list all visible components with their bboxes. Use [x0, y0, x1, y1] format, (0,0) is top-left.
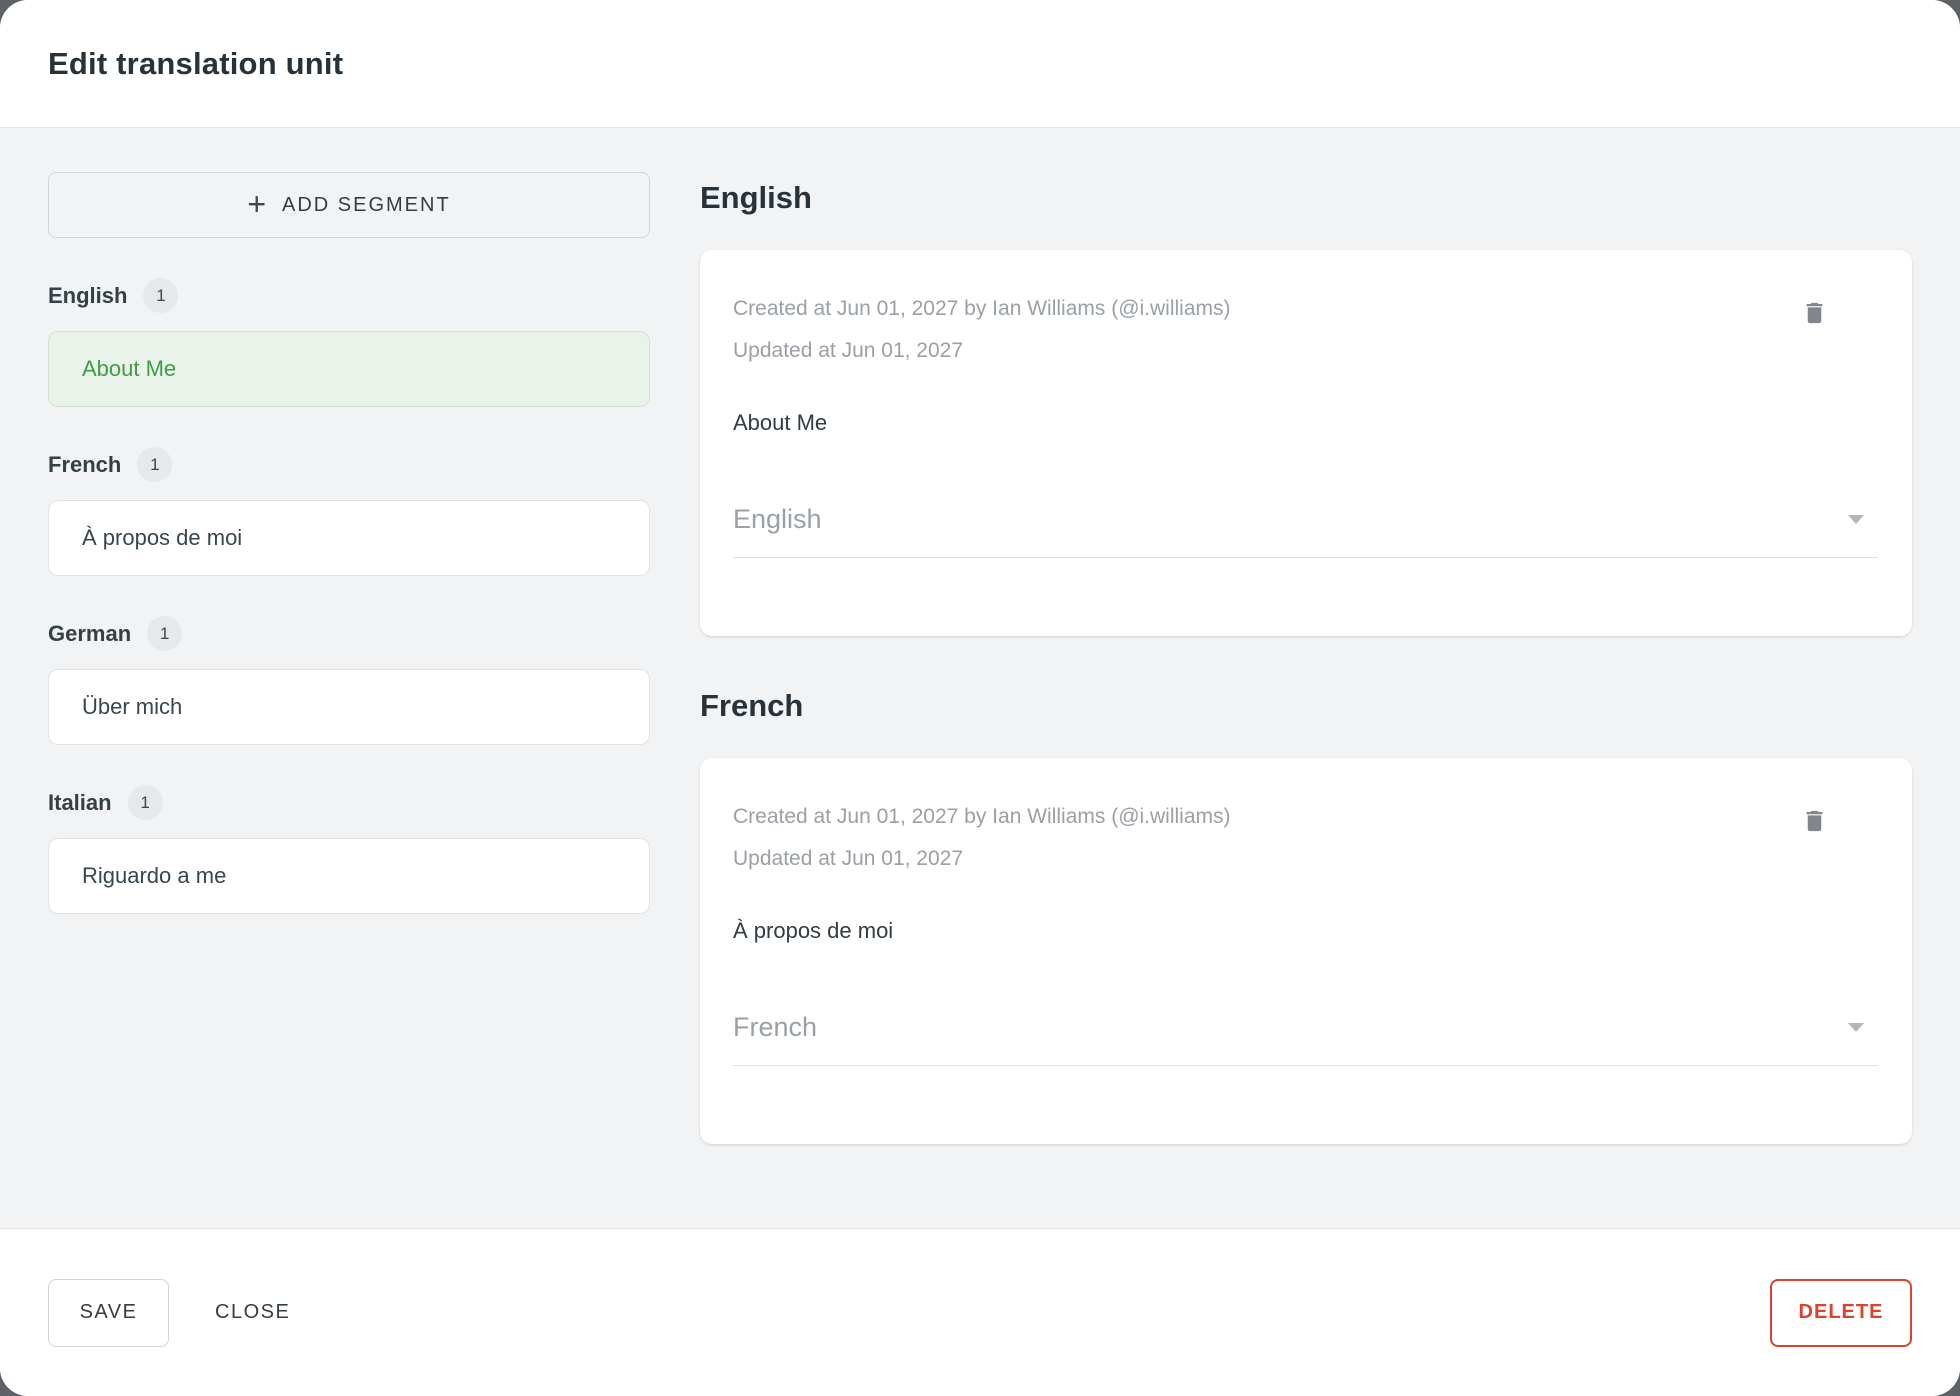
created-line: Created at Jun 01, 2027 by Ian Williams …	[733, 805, 1231, 828]
delete-segment-button[interactable]	[1797, 294, 1832, 332]
segment-text: À propos de moi	[733, 918, 894, 943]
save-button[interactable]: SAVE	[48, 1278, 169, 1347]
dialog-title: Edit translation unit	[48, 45, 344, 81]
translation-card: Created at Jun 01, 2027 by Ian Williams …	[700, 250, 1912, 636]
language-label: Italian	[48, 789, 112, 815]
language-group-header: German 1	[48, 616, 650, 651]
trash-icon	[1806, 302, 1823, 324]
plus-icon: +	[247, 185, 266, 222]
translation-card: Created at Jun 01, 2027 by Ian Williams …	[700, 758, 1912, 1144]
trash-icon	[1806, 810, 1823, 832]
card-meta-row: Created at Jun 01, 2027 by Ian Williams …	[733, 288, 1878, 372]
dialog-header: Edit translation unit	[0, 0, 1960, 128]
created-line: Created at Jun 01, 2027 by Ian Williams …	[733, 297, 1231, 320]
translation-section-french: French Created at Jun 01, 2027 by Ian Wi…	[700, 688, 1912, 1144]
updated-line: Updated at Jun 01, 2027	[733, 847, 964, 870]
language-group-german: German 1 Über mich	[48, 616, 650, 745]
language-group-italian: Italian 1 Riguardo a me	[48, 785, 650, 914]
segment-text: About Me	[733, 410, 828, 435]
language-label: German	[48, 620, 132, 646]
translations-main: English Created at Jun 01, 2027 by Ian W…	[700, 172, 1912, 1228]
chevron-down-icon	[1848, 1023, 1864, 1032]
language-group-header: Italian 1	[48, 785, 650, 820]
close-button[interactable]: CLOSE	[205, 1279, 300, 1347]
delete-segment-button[interactable]	[1797, 802, 1832, 840]
segment-count-badge: 1	[143, 278, 179, 313]
section-heading: French	[700, 688, 804, 723]
section-heading: English	[700, 180, 812, 215]
language-select[interactable]: English	[733, 504, 1878, 558]
language-group-header: English 1	[48, 278, 650, 313]
segment-item-english[interactable]: About Me	[48, 331, 650, 407]
segment-item-german[interactable]: Über mich	[48, 669, 650, 745]
language-group-header: French 1	[48, 447, 650, 482]
edit-translation-unit-dialog: Edit translation unit + ADD SEGMENT Engl…	[0, 0, 1960, 1396]
language-select-value: French	[733, 1012, 818, 1042]
translation-section-english: English Created at Jun 01, 2027 by Ian W…	[700, 180, 1912, 636]
delete-button[interactable]: DELETE	[1770, 1278, 1912, 1347]
segment-item-italian[interactable]: Riguardo a me	[48, 838, 650, 914]
card-meta: Created at Jun 01, 2027 by Ian Williams …	[733, 796, 1231, 880]
language-label: French	[48, 451, 122, 477]
language-group-french: French 1 À propos de moi	[48, 447, 650, 576]
segment-count-badge: 1	[147, 616, 183, 651]
language-select[interactable]: French	[733, 1012, 1878, 1066]
add-segment-label: ADD SEGMENT	[282, 193, 451, 216]
dialog-body: + ADD SEGMENT English 1 About Me French …	[0, 128, 1960, 1228]
language-label: English	[48, 282, 128, 308]
segment-item-french[interactable]: À propos de moi	[48, 500, 650, 576]
segment-count-badge: 1	[127, 785, 163, 820]
language-select-value: English	[733, 504, 822, 534]
segments-sidebar: + ADD SEGMENT English 1 About Me French …	[48, 172, 650, 1228]
segment-count-badge: 1	[137, 447, 173, 482]
dialog-footer: SAVE CLOSE DELETE	[0, 1228, 1960, 1396]
card-meta-row: Created at Jun 01, 2027 by Ian Williams …	[733, 796, 1878, 880]
card-meta: Created at Jun 01, 2027 by Ian Williams …	[733, 288, 1231, 372]
add-segment-button[interactable]: + ADD SEGMENT	[48, 172, 650, 238]
chevron-down-icon	[1848, 515, 1864, 524]
updated-line: Updated at Jun 01, 2027	[733, 339, 964, 362]
language-group-english: English 1 About Me	[48, 278, 650, 407]
